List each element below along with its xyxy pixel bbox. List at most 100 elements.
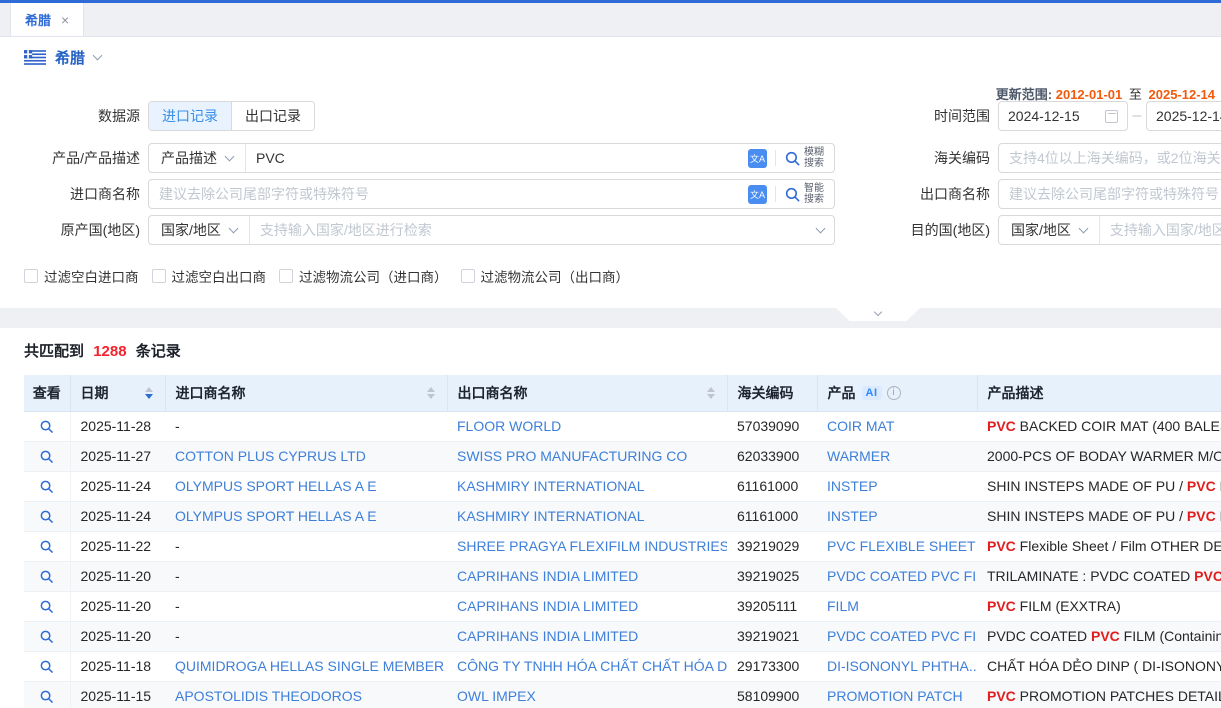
view-record-icon[interactable] (39, 659, 54, 674)
smart-search-button[interactable]: 智能 搜索 (784, 183, 824, 205)
origin-suffix (817, 229, 834, 232)
view-record-icon[interactable] (39, 569, 54, 584)
collapse-panel-toggle[interactable] (836, 308, 920, 321)
view-record-icon[interactable] (39, 629, 54, 644)
cell-importer[interactable]: COTTON PLUS CYPRUS LTD (175, 448, 366, 464)
exporter-label: 出口商名称 (890, 179, 990, 209)
cell-hs: 61161000 (727, 471, 817, 501)
product-field-select[interactable]: 产品描述 (149, 144, 246, 172)
table-header-row: 查看 日期 进口商名称 出口商名称 海关编码 产品 (24, 375, 1221, 411)
cell-importer[interactable]: OLYMPUS SPORT HELLAS A E (175, 508, 377, 524)
cell-product[interactable]: WARMER (827, 448, 890, 464)
view-record-icon[interactable] (39, 449, 54, 464)
table-row: 2025-11-28 - FLOOR WORLD 57039090 COIR M… (24, 411, 1221, 441)
cell-exporter[interactable]: CAPRIHANS INDIA LIMITED (457, 628, 638, 644)
dest-country-select[interactable]: 国家/地区 (999, 216, 1100, 244)
dest-select-value: 国家/地区 (1011, 220, 1071, 240)
divider (775, 186, 776, 202)
cell-hs: 61161000 (727, 501, 817, 531)
chevron-down-icon (225, 151, 235, 161)
fuzzy-search-button[interactable]: 模糊 搜索 (784, 147, 824, 169)
exporter-input[interactable] (999, 180, 1221, 208)
tab-greece[interactable]: 希腊 × (10, 3, 84, 36)
cell-product[interactable]: PVC FLEXIBLE SHEET F... (827, 538, 977, 554)
checkbox-filter-blank-exporter[interactable]: 过滤空白出口商 (152, 266, 267, 286)
cell-hs: 62033900 (727, 441, 817, 471)
chevron-down-icon[interactable] (93, 51, 103, 61)
checkbox-icon[interactable] (152, 269, 166, 283)
col-importer[interactable]: 进口商名称 (165, 375, 447, 411)
cell-product[interactable]: COIR MAT (827, 418, 894, 434)
importer-input[interactable] (149, 180, 748, 208)
cell-date: 2025-11-24 (70, 501, 165, 531)
cell-importer: - (175, 538, 180, 554)
cell-exporter[interactable]: KASHMIRY INTERNATIONAL (457, 478, 644, 494)
origin-country-group: 国家/地区 (148, 215, 835, 245)
dest-country-input[interactable] (1100, 216, 1221, 244)
chevron-down-icon (228, 223, 238, 233)
update-range-end: 2025-12-14 (1149, 87, 1216, 102)
date-end-input[interactable]: 2025-12-14 (1146, 101, 1221, 131)
sort-caret-exporter[interactable] (707, 387, 715, 399)
origin-country-select[interactable]: 国家/地区 (149, 216, 250, 244)
cell-importer[interactable]: OLYMPUS SPORT HELLAS A E (175, 478, 377, 494)
cell-exporter[interactable]: OWL IMPEX (457, 688, 536, 704)
cell-hs: 58109900 (727, 681, 817, 708)
cell-product[interactable]: INSTEP (827, 508, 878, 524)
chevron-down-icon[interactable] (816, 223, 826, 233)
cell-exporter[interactable]: FLOOR WORLD (457, 418, 561, 434)
col-view: 查看 (24, 375, 70, 411)
checkbox-icon[interactable] (24, 269, 38, 283)
sort-caret-importer[interactable] (427, 387, 435, 399)
cell-product[interactable]: PVDC COATED PVC FIL... (827, 568, 977, 584)
panel-gap (0, 308, 1221, 328)
filter-checkboxes: 过滤空白进口商 过滤空白出口商 过滤物流公司（进口商） 过滤物流公司（出口商） (24, 266, 629, 286)
export-records-tab[interactable]: 出口记录 (231, 102, 314, 130)
view-record-icon[interactable] (39, 509, 54, 524)
checkbox-icon[interactable] (279, 269, 293, 283)
cell-exporter[interactable]: SWISS PRO MANUFACTURING CO (457, 448, 687, 464)
view-record-icon[interactable] (39, 599, 54, 614)
time-range-label: 时间范围 (890, 101, 990, 131)
checkbox-filter-blank-importer[interactable]: 过滤空白进口商 (24, 266, 139, 286)
origin-select-value: 国家/地区 (161, 220, 221, 240)
checkbox-icon[interactable] (461, 269, 475, 283)
cell-desc: TRILAMINATE : PVDC COATED PVC F... (977, 561, 1221, 591)
translate-icon[interactable]: 文A (748, 149, 767, 168)
hs-code-input[interactable] (999, 144, 1221, 172)
close-icon[interactable]: × (61, 13, 69, 27)
view-record-icon[interactable] (39, 419, 54, 434)
info-icon[interactable]: i (887, 386, 901, 400)
view-record-icon[interactable] (39, 479, 54, 494)
sort-caret-date[interactable] (145, 387, 153, 399)
cell-exporter[interactable]: CAPRIHANS INDIA LIMITED (457, 568, 638, 584)
origin-country-input[interactable] (250, 216, 817, 244)
view-record-icon[interactable] (39, 539, 54, 554)
country-header[interactable]: 希腊 (24, 47, 101, 68)
date-start-input[interactable]: 2024-12-15 (998, 101, 1128, 131)
cell-product[interactable]: PVDC COATED PVC FIL... (827, 628, 977, 644)
cell-product[interactable]: FILM (827, 598, 859, 614)
cell-desc: 2000-PCS OF BODAY WARMER M/O ... (977, 441, 1221, 471)
checkbox-filter-logistics-importer[interactable]: 过滤物流公司（进口商） (279, 266, 448, 286)
col-hs-code: 海关编码 (727, 375, 817, 411)
cell-exporter[interactable]: CÔNG TY TNHH HÓA CHẤT CHẤT HÓA DẺ... (457, 658, 727, 674)
cell-product[interactable]: PROMOTION PATCH (827, 688, 963, 704)
cell-exporter[interactable]: SHREE PRAGYA FLEXIFILM INDUSTRIES (457, 538, 727, 554)
summary-prefix: 共匹配到 (24, 343, 84, 360)
update-range-to-word: 至 (1129, 87, 1142, 102)
product-search-input[interactable] (246, 144, 748, 172)
results-count: 1288 (93, 343, 126, 360)
translate-icon[interactable]: 文A (748, 185, 767, 204)
cell-product[interactable]: DI-ISONONYL PHTHA... (827, 658, 977, 674)
col-exporter[interactable]: 出口商名称 (447, 375, 727, 411)
cell-exporter[interactable]: KASHMIRY INTERNATIONAL (457, 508, 644, 524)
import-records-tab[interactable]: 进口记录 (149, 102, 231, 130)
cell-importer[interactable]: APOSTOLIDIS THEODOROS (175, 688, 362, 704)
cell-importer[interactable]: QUIMIDROGA HELLAS SINGLE MEMBER PC (175, 658, 447, 674)
cell-product[interactable]: INSTEP (827, 478, 878, 494)
checkbox-filter-logistics-exporter[interactable]: 过滤物流公司（出口商） (461, 266, 630, 286)
col-date[interactable]: 日期 (70, 375, 165, 411)
cell-exporter[interactable]: CAPRIHANS INDIA LIMITED (457, 598, 638, 614)
view-record-icon[interactable] (39, 689, 54, 704)
